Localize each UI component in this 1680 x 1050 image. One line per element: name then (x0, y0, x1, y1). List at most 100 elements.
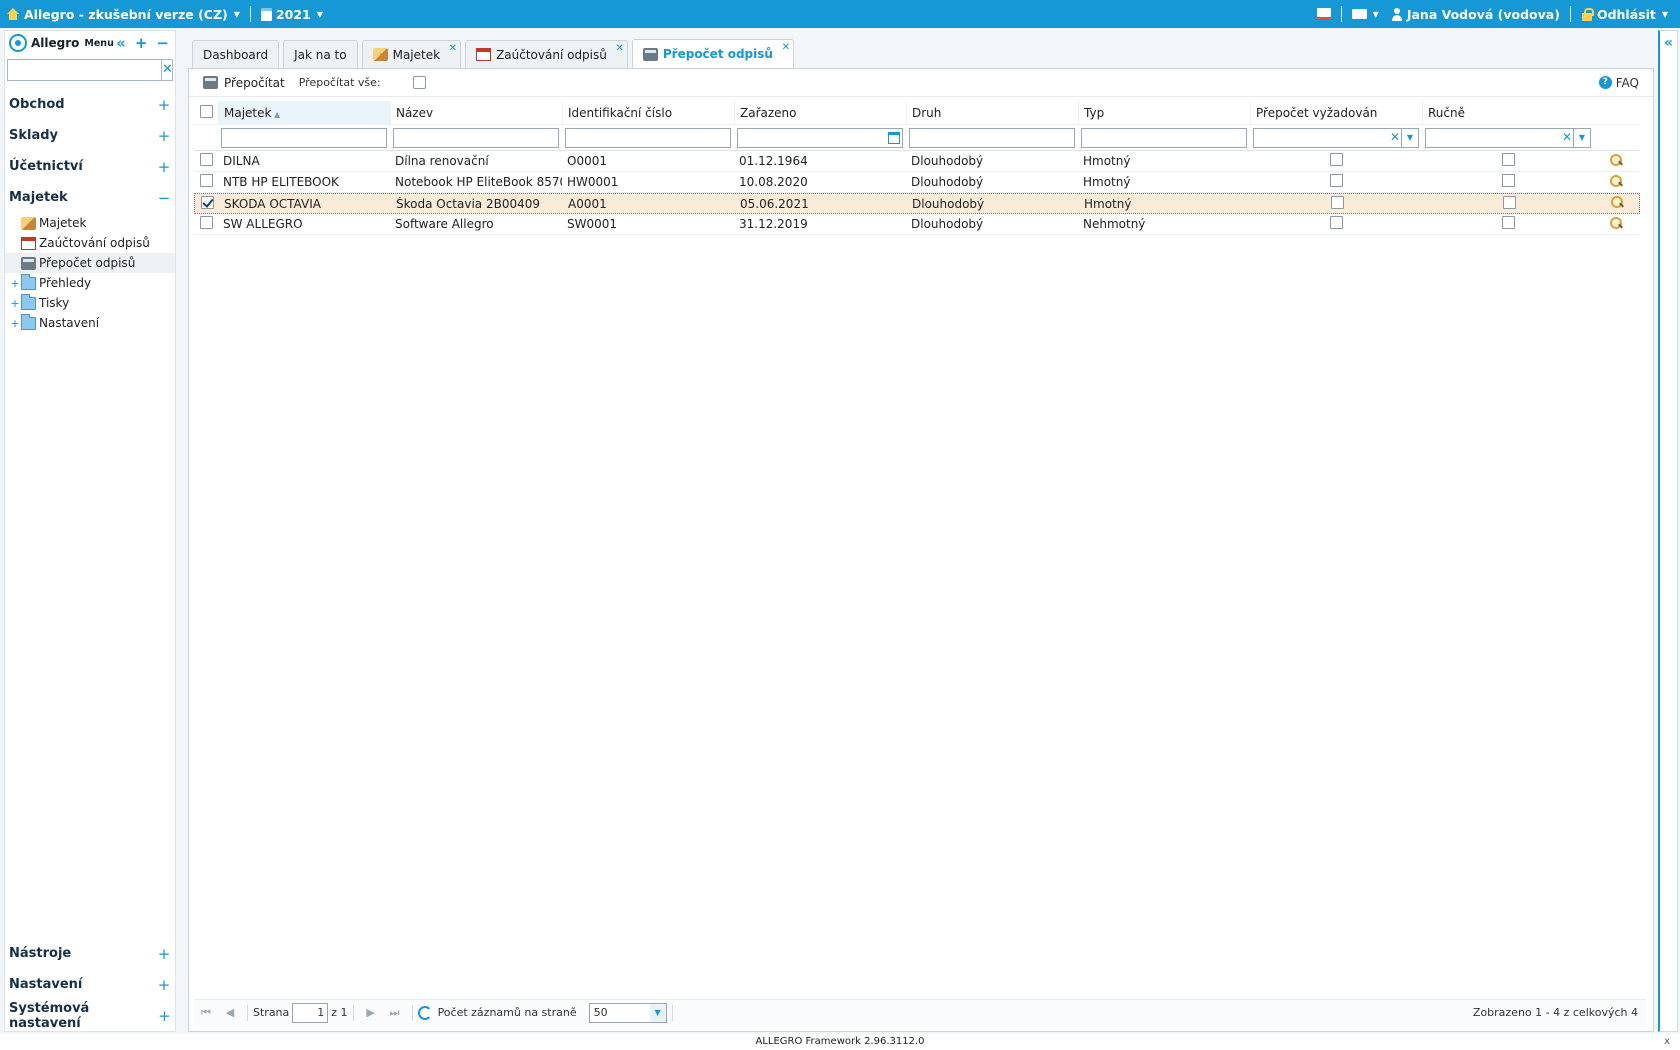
prepocet-checkbox[interactable] (1329, 153, 1343, 166)
filter-input[interactable] (565, 127, 731, 148)
tree-item[interactable]: + Nastavení (5, 313, 175, 333)
filter-input[interactable] (909, 127, 1075, 148)
next-page-icon[interactable]: ▶ (363, 1006, 379, 1019)
rucne-checkbox[interactable] (1501, 174, 1515, 187)
recalc-button[interactable]: Přepočítat (203, 76, 285, 90)
collapse-icon[interactable]: − (157, 189, 171, 207)
table-row[interactable]: DILNA Dílna renovační O0001 01.12.1964 Dlouh… (194, 151, 1640, 172)
filter-input[interactable] (737, 127, 903, 148)
row-checkbox[interactable] (199, 153, 213, 166)
sidebar-section-systémová-nastavení[interactable]: Systémová nastavení + (5, 1000, 175, 1031)
collapse-all-icon[interactable]: − (156, 34, 169, 52)
sidebar-section-obchod[interactable]: Obchod + (5, 89, 175, 120)
expand-icon[interactable]: + (157, 945, 171, 963)
prev-page-icon[interactable]: ◀ (222, 1006, 238, 1019)
user-menu[interactable]: Jana Vodová (vodova) (1385, 7, 1566, 22)
per-page-select[interactable]: 50 ▼ (588, 1002, 667, 1023)
row-checkbox[interactable] (199, 174, 213, 187)
expand-all-icon[interactable]: + (135, 34, 148, 52)
column-header[interactable]: Zařazeno (734, 100, 906, 125)
chevron-down-icon[interactable]: ▼ (1573, 128, 1590, 147)
first-page-icon[interactable]: ⏮ (198, 1006, 214, 1020)
column-header[interactable]: Ručně (1422, 100, 1594, 125)
sidebar-section-nastavení[interactable]: Nastavení + (5, 969, 175, 1000)
footer-close-icon[interactable]: x (1664, 1034, 1670, 1050)
rucne-checkbox[interactable] (1501, 153, 1515, 166)
date-picker-icon[interactable] (888, 131, 900, 144)
rucne-checkbox[interactable] (1501, 216, 1515, 229)
tab-jak-na-to[interactable]: Jak na to (283, 40, 358, 68)
expand-icon[interactable]: + (158, 1007, 171, 1025)
right-collapsed-panel[interactable]: « (1658, 30, 1678, 1032)
mail-menu[interactable]: ▼ (1346, 9, 1385, 19)
row-checkbox[interactable] (200, 195, 214, 209)
sidebar-section-nástroje[interactable]: Nástroje + (5, 938, 175, 969)
table-row[interactable]: SW ALLEGRO Software Allegro SW0001 31.12.20… (194, 214, 1640, 235)
chevron-down-icon[interactable]: ▼ (649, 1003, 666, 1022)
column-header[interactable]: Identifikační číslo (562, 100, 734, 125)
refresh-icon[interactable] (417, 1005, 432, 1020)
sidebar-search-input[interactable] (8, 60, 161, 80)
column-header[interactable]: Druh (906, 100, 1078, 125)
column-header[interactable]: Přepočet vyžadován (1250, 100, 1422, 125)
prepocet-checkbox[interactable] (1329, 216, 1343, 229)
expand-node-icon[interactable]: + (9, 277, 21, 290)
last-page-icon[interactable]: ⏭ (387, 1006, 403, 1020)
prepocet-checkbox[interactable] (1329, 174, 1343, 187)
app-title-menu[interactable]: Allegro - zkušební verze (CZ) ▼ (0, 7, 246, 22)
expand-node-icon[interactable]: + (9, 297, 21, 310)
sidebar-section-sklady[interactable]: Sklady + (5, 120, 175, 151)
cell-typ: Nehmotný (1083, 217, 1146, 231)
filter-input[interactable] (393, 127, 559, 148)
magnifier-icon[interactable] (1610, 153, 1622, 166)
filter-input[interactable]: ✕ ▼ (1253, 127, 1419, 148)
clear-filter-icon[interactable]: ✕ (1390, 130, 1400, 144)
tree-item[interactable]: Zaúčtování odpisů (5, 233, 175, 253)
tree-item[interactable]: Přepočet odpisů (5, 253, 175, 273)
logout-button[interactable]: Odhlásit ▼ (1575, 7, 1680, 22)
recalc-all-checkbox[interactable] (412, 76, 426, 89)
close-icon[interactable]: ✕ (615, 43, 623, 54)
magnifier-icon[interactable] (1611, 196, 1623, 208)
filter-input[interactable] (1081, 127, 1247, 148)
prepocet-checkbox[interactable] (1330, 195, 1344, 209)
tree-item[interactable]: + Přehledy (5, 273, 175, 293)
table-row[interactable]: NTB HP ELITEBOOK Notebook HP EliteBook 85… (194, 172, 1640, 193)
expand-icon[interactable]: + (157, 158, 171, 176)
faq-button[interactable]: ? FAQ (1598, 76, 1639, 90)
sidebar-section-majetek[interactable]: Majetek − (5, 182, 175, 213)
column-header[interactable]: Název (390, 100, 562, 125)
tab-dashboard[interactable]: Dashboard (192, 40, 280, 68)
expand-icon[interactable]: + (157, 127, 171, 145)
rucne-checkbox[interactable] (1502, 195, 1516, 209)
clear-search-icon[interactable]: ✕ (161, 60, 173, 80)
notes-button[interactable] (1311, 8, 1337, 20)
filter-input[interactable] (221, 127, 387, 148)
filter-input[interactable]: ✕ ▼ (1425, 127, 1591, 148)
tab-majetek[interactable]: Majetek ✕ (361, 40, 462, 68)
column-header[interactable]: Majetek ▲ (218, 100, 390, 125)
expand-icon[interactable]: + (157, 96, 171, 114)
close-icon[interactable]: ✕ (449, 43, 457, 54)
tree-item[interactable]: Majetek (5, 213, 175, 233)
tab-zaúčtování-odpisů[interactable]: Zaúčtování odpisů ✕ (465, 40, 628, 68)
clear-filter-icon[interactable]: ✕ (1562, 130, 1572, 144)
collapse-sidebar-icon[interactable]: « (116, 34, 126, 52)
sidebar-section-účetnictví[interactable]: Účetnictví + (5, 151, 175, 182)
chevron-down-icon[interactable]: ▼ (1401, 128, 1418, 147)
mail-icon (1351, 9, 1367, 19)
tree-item[interactable]: + Tisky (5, 293, 175, 313)
select-all-checkbox[interactable] (199, 104, 213, 118)
magnifier-icon[interactable] (1610, 216, 1622, 229)
year-menu[interactable]: 2021 ▼ (255, 7, 329, 22)
expand-icon[interactable]: + (157, 976, 171, 994)
page-input[interactable]: 1 (292, 1002, 329, 1023)
row-checkbox[interactable] (199, 216, 213, 229)
table-row[interactable]: SKODA OCTAVIA Škoda Octavia 2B00409 A0001 0… (194, 193, 1640, 214)
expand-node-icon[interactable]: + (9, 317, 21, 330)
expand-panel-icon[interactable]: « (1660, 35, 1677, 51)
column-header[interactable]: Typ (1078, 100, 1250, 125)
magnifier-icon[interactable] (1610, 174, 1622, 187)
tab-přepočet-odpisů[interactable]: Přepočet odpisů ✕ (631, 39, 794, 68)
close-icon[interactable]: ✕ (782, 42, 790, 53)
